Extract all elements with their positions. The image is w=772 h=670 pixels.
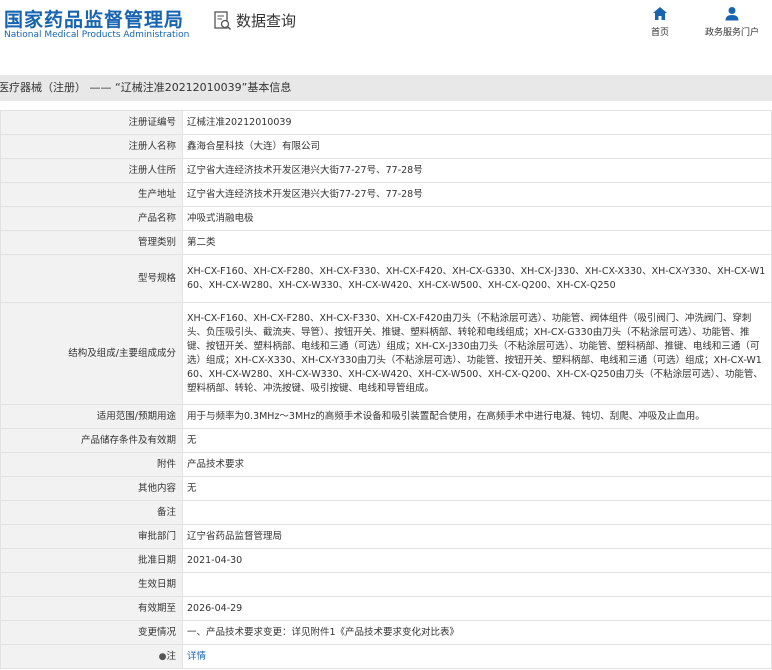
field-value — [182, 572, 772, 597]
table-row: 产品名称 冲吸式消融电极 — [0, 206, 772, 231]
field-label: 产品储存条件及有效期 — [0, 428, 183, 453]
field-value: 辽宁省药品监督管理局 — [182, 524, 772, 549]
field-label: 有效期至 — [0, 596, 183, 621]
note-label-text: 注 — [166, 650, 176, 662]
field-label: 结构及组成/主要组成成分 — [0, 302, 183, 405]
table-row: 附件 产品技术要求 — [0, 452, 772, 477]
field-value: 鑫海合星科技（大连）有限公司 — [182, 134, 772, 159]
breadcrumb-text: 医疗器械（注册） —— “辽械注准20212010039”基本信息 — [0, 81, 292, 94]
details-link[interactable]: 详情 — [187, 651, 206, 662]
field-value: 产品技术要求 — [182, 452, 772, 477]
field-label: 附件 — [0, 452, 183, 477]
site-logo-subtitle: National Medical Products Administration — [4, 30, 190, 40]
field-label: 适用范围/预期用途 — [0, 404, 183, 429]
field-value: 辽宁省大连经济技术开发区港兴大街77-27号、77-28号 — [182, 182, 772, 207]
site-header: 国家药品监督管理局 National Medical Products Admi… — [0, 0, 772, 62]
field-value: XH-CX-F160、XH-CX-F280、XH-CX-F330、XH-CX-F… — [182, 302, 772, 405]
table-row: ●注 详情 — [0, 644, 772, 669]
table-row: 其他内容无 — [0, 476, 772, 501]
breadcrumb: 医疗器械（注册） —— “辽械注准20212010039”基本信息 — [0, 75, 772, 101]
table-row: 注册证编号 辽械注准20212010039 — [0, 110, 772, 135]
field-value: 一、产品技术要求变更：详见附件1《产品技术要求变化对比表》 — [182, 620, 772, 645]
nav-home[interactable]: 首页 — [630, 6, 690, 38]
user-icon — [725, 7, 739, 21]
field-label: 注册证编号 — [0, 110, 183, 135]
field-label: 产品名称 — [0, 206, 183, 231]
note-label: ●注 — [0, 644, 183, 669]
table-row: 变更情况 一、产品技术要求变更：详见附件1《产品技术要求变化对比表》 — [0, 620, 772, 645]
table-row: 产品储存条件及有效期无 — [0, 428, 772, 453]
site-logo-title[interactable]: 国家药品监督管理局 — [4, 5, 184, 32]
field-value: 第二类 — [182, 230, 772, 255]
field-value: 辽宁省大连经济技术开发区港兴大街77-27号、77-28号 — [182, 158, 772, 183]
field-label: 备注 — [0, 500, 183, 525]
nav-home-label: 首页 — [650, 28, 669, 38]
field-label: 管理类别 — [0, 230, 183, 255]
table-row: 管理类别 第二类 — [0, 230, 772, 255]
nav-gov-service-label: 政务服务门户 — [704, 28, 759, 38]
table-row: 备注 — [0, 500, 772, 525]
table-row: 生产地址 辽宁省大连经济技术开发区港兴大街77-27号、77-28号 — [0, 182, 772, 207]
table-row: 生效日期 — [0, 572, 772, 597]
field-label: 注册人住所 — [0, 158, 183, 183]
home-icon — [653, 7, 667, 20]
table-row: 适用范围/预期用途 用于与频率为0.3MHz～3MHz的高频手术设备和吸引装置配合… — [0, 404, 772, 429]
field-label: 注册人名称 — [0, 134, 183, 159]
field-value: XH-CX-F160、XH-CX-F280、XH-CX-F330、XH-CX-F… — [182, 254, 772, 303]
field-label: 审批部门 — [0, 524, 183, 549]
field-label: 型号规格 — [0, 254, 183, 303]
field-value: 无 — [182, 428, 772, 453]
field-value: 2026-04-29 — [182, 596, 772, 621]
info-table: 注册证编号 辽械注准20212010039 注册人名称 鑫海合星科技（大连）有限公司注… — [0, 110, 772, 669]
table-row: 注册人名称 鑫海合星科技（大连）有限公司 — [0, 134, 772, 159]
note-value: 详情 — [182, 644, 772, 669]
table-row: 注册人住所 辽宁省大连经济技术开发区港兴大街77-27号、77-28号 — [0, 158, 772, 183]
data-query-label: 数据查询 — [236, 12, 297, 30]
field-value: 辽械注准20212010039 — [182, 110, 772, 135]
field-value: 2021-04-30 — [182, 548, 772, 573]
table-row: 结构及组成/主要组成成分 XH-CX-F160、XH-CX-F280、XH-CX-… — [0, 302, 772, 405]
field-value: 冲吸式消融电极 — [182, 206, 772, 231]
table-row: 审批部门 辽宁省药品监督管理局 — [0, 524, 772, 549]
table-row: 有效期至 2026-04-29 — [0, 596, 772, 621]
data-query-icon — [214, 10, 232, 30]
field-value: 无 — [182, 476, 772, 501]
field-label: 批准日期 — [0, 548, 183, 573]
table-row: 批准日期 2021-04-30 — [0, 548, 772, 573]
field-label: 其他内容 — [0, 476, 183, 501]
nav-gov-service[interactable]: 政务服务门户 — [700, 6, 764, 38]
field-label: 生产地址 — [0, 182, 183, 207]
data-query-title: 数据查询 — [214, 10, 296, 31]
field-label: 变更情况 — [0, 620, 183, 645]
field-value: 用于与频率为0.3MHz～3MHz的高频手术设备和吸引装置配合使用，在高频手术中… — [182, 404, 772, 429]
table-row: 型号规格 XH-CX-F160、XH-CX-F280、XH-CX-F330、XH-… — [0, 254, 772, 303]
field-value — [182, 500, 772, 525]
field-label: 生效日期 — [0, 572, 183, 597]
